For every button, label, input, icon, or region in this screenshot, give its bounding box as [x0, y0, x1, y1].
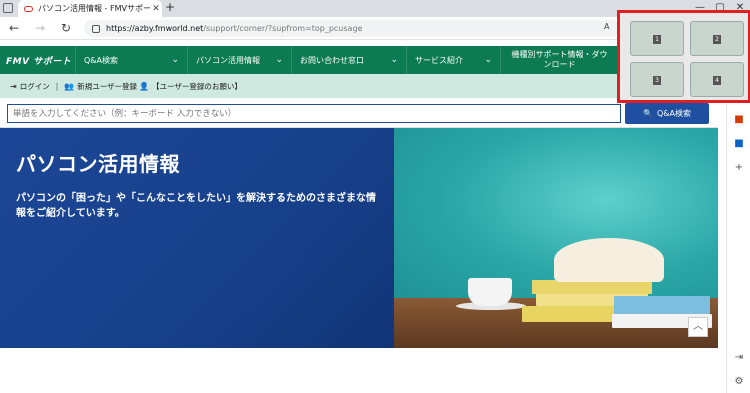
register-request-link[interactable]: 【ユーザー登録のお願い】: [152, 81, 242, 92]
hero-image-books-coffee: ︿: [394, 128, 718, 348]
search-section: 🔍 Q&A検索: [0, 98, 718, 128]
lock-icon: [92, 24, 100, 33]
tab-actions-icon[interactable]: [3, 3, 13, 13]
open-book: [554, 238, 664, 282]
nav-pc-usage[interactable]: パソコン活用情報 ⌄: [187, 46, 291, 74]
qa-search-button[interactable]: 🔍 Q&A検索: [625, 103, 709, 124]
nav-label: お問い合わせ窓口: [300, 55, 364, 65]
settings-gear-icon[interactable]: ⚙: [733, 376, 745, 388]
back-button[interactable]: ←: [6, 21, 22, 37]
nav-contact[interactable]: お問い合わせ窓口 ⌄: [291, 46, 406, 74]
book: [532, 280, 652, 294]
nav-model-support[interactable]: 機種別サポート情報・ダウンロード: [500, 46, 618, 74]
nav-label: サービス紹介: [415, 55, 463, 65]
nav-label: 機種別サポート情報・ダウンロード: [511, 50, 608, 69]
nav-label: Q&A検索: [84, 55, 119, 65]
snap-cell-number: 4: [713, 76, 721, 85]
book: [522, 306, 618, 322]
hero-description: パソコンの「困った」や「こんなことをしたい」を解決するためのさまざまな情報をご紹…: [16, 193, 376, 219]
search-button-label: Q&A検索: [656, 109, 691, 118]
snap-cell-number: 1: [653, 35, 661, 44]
forward-button[interactable]: →: [32, 21, 48, 37]
hero-title: パソコン活用情報: [16, 152, 180, 176]
url-path: /support/corner/?supfrom=top_pcusage: [203, 24, 363, 33]
snap-cell-number: 3: [653, 76, 661, 85]
keyword-search-input[interactable]: [7, 104, 621, 123]
login-icon: ⇥: [10, 81, 17, 91]
nav-qa-search[interactable]: Q&A検索 ⌄: [75, 46, 187, 74]
tab-title: パソコン活用情報 - FMVサポート : ｜: [38, 4, 150, 13]
chevron-down-icon: ⌄: [171, 55, 179, 65]
account-links-bar: ⇥ ログイン | 👥 新規ユーザー登録 👤 【ユーザー登録のお願い】: [0, 74, 718, 98]
add-sidebar-icon[interactable]: +: [733, 162, 745, 174]
url-host: https://azby.fmworld.net: [106, 24, 204, 33]
snap-cell-number: 2: [713, 35, 721, 44]
user-add-icon: 👥: [64, 81, 75, 91]
site-header: FMV サポート Q&A検索 ⌄ パソコン活用情報 ⌄ お問い合わせ窓口 ⌄ サービス…: [0, 46, 718, 74]
hide-sidebar-icon[interactable]: ⇥: [733, 352, 745, 364]
address-bar[interactable]: https://azby.fmworld.net/support/corner/…: [84, 20, 620, 37]
chevron-down-icon: ⌄: [390, 55, 398, 65]
nav-label: パソコン活用情報: [196, 55, 260, 65]
snap-layout-popup: 1 2 3 4: [617, 10, 750, 103]
scroll-to-top-button[interactable]: ︿: [688, 317, 708, 337]
search-icon: 🔍: [643, 109, 653, 118]
hero-banner: パソコン活用情報 パソコンの「困った」や「こんなことをしたい」を解決するためのさ…: [0, 128, 718, 348]
outlook-icon[interactable]: ■: [733, 138, 745, 150]
office-icon[interactable]: ■: [733, 114, 745, 126]
user-icon: 👤: [139, 81, 150, 91]
chevron-down-icon: ⌄: [275, 55, 283, 65]
tab-close-icon[interactable]: ✕: [150, 4, 162, 14]
register-link[interactable]: 新規ユーザー登録: [77, 81, 137, 92]
new-tab-button[interactable]: +: [163, 0, 177, 14]
fmv-support-logo[interactable]: FMV サポート: [0, 54, 75, 67]
divider: |: [55, 81, 59, 91]
chevron-down-icon: ⌄: [484, 55, 492, 65]
hero-text-panel: パソコン活用情報 パソコンの「困った」や「こんなことをしたい」を解決するためのさ…: [0, 128, 394, 348]
reload-button[interactable]: ↻: [58, 21, 74, 37]
browser-tab[interactable]: パソコン活用情報 - FMVサポート : ｜ ✕: [18, 0, 162, 17]
fujitsu-favicon-icon: [24, 5, 33, 12]
read-aloud-icon[interactable]: A: [604, 22, 609, 31]
coffee-cup: [468, 278, 512, 306]
book: [614, 296, 710, 314]
login-link[interactable]: ログイン: [20, 81, 50, 92]
nav-services[interactable]: サービス紹介 ⌄: [406, 46, 500, 74]
